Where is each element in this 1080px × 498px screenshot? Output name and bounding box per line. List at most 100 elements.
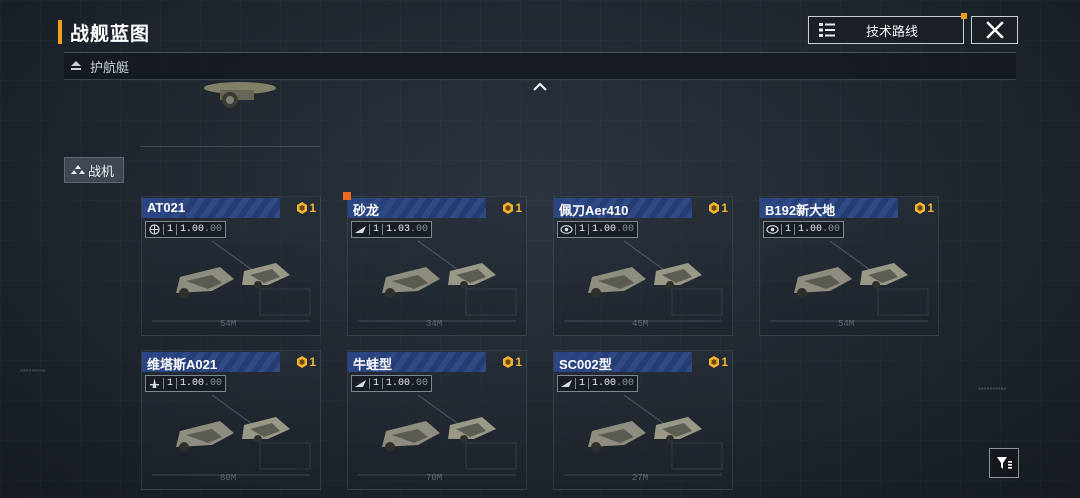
title-accent-bar — [58, 20, 62, 44]
ship-level: 1 — [576, 378, 590, 389]
ship-length-label: 70M — [426, 473, 443, 483]
ship-card[interactable]: AT021 1 1 1.00.00 54M — [141, 196, 321, 336]
ship-version-main: 1.03 — [386, 224, 411, 235]
ship-version-main: 1.00 — [180, 378, 205, 389]
globe-icon — [149, 224, 164, 235]
ship-length-label: 45M — [632, 319, 649, 329]
ship-card[interactable]: 维塔斯A021 1 1 1.00.00 80M — [141, 350, 321, 490]
chip-icon — [709, 356, 720, 368]
ship-card[interactable]: B192新大地 1 1 1.00.00 54M — [759, 196, 939, 336]
ship-version-main: 1.00 — [180, 224, 205, 235]
ship-length-label: 34M — [426, 319, 443, 329]
ship-version-suffix: .00 — [822, 224, 841, 235]
ship-count: 1 — [515, 201, 522, 215]
ship-version: 1.00.00 — [795, 224, 843, 235]
ship-name-bar: B192新大地 — [760, 198, 898, 218]
chip-icon — [297, 202, 308, 214]
ship-name-bar: 维塔斯A021 — [142, 352, 280, 372]
wing-icon — [355, 224, 370, 235]
close-icon — [985, 21, 1004, 39]
ship-card[interactable]: 佩刀Aer410 1 1 1.00.00 45M — [553, 196, 733, 336]
wing-icon — [561, 378, 576, 389]
ship-count-badge: 1 — [502, 355, 522, 369]
ship-class-icon — [71, 61, 81, 70]
ship-count-badge: 1 — [296, 201, 316, 215]
ship-count: 1 — [309, 201, 316, 215]
decorative-text: ▪▪▪▪▪▪▪▪▪ — [20, 366, 46, 375]
ship-name: 砂龙 — [353, 203, 380, 218]
eye-icon — [560, 224, 576, 235]
ship-version-suffix: .00 — [616, 378, 635, 389]
ship-name-bar: 佩刀Aer410 — [554, 198, 692, 218]
ship-count: 1 — [309, 355, 316, 369]
notice-dot — [961, 13, 967, 19]
ship-level: 1 — [782, 224, 796, 235]
ship-name: 佩刀Aer410 — [559, 203, 629, 218]
tech-route-label: 技术路线 — [865, 24, 918, 40]
ship-card[interactable]: 砂龙 1 1 1.03.00 34M — [343, 192, 527, 336]
chip-icon — [503, 202, 514, 214]
tech-route-button[interactable]: 技术路线 — [808, 13, 967, 44]
ship-name-bar: SC002型 — [554, 352, 692, 372]
ship-version-main: 1.00 — [798, 224, 823, 235]
ship-name: AT021 — [147, 200, 186, 215]
ship-name: 维塔斯A021 — [147, 357, 218, 372]
ship-model-image — [204, 82, 276, 108]
ship-version-main: 1.00 — [592, 378, 617, 389]
subcategory-tag-fighter[interactable]: 战机 — [64, 157, 124, 183]
ship-count: 1 — [927, 201, 934, 215]
ship-version: 1.00.00 — [383, 378, 431, 389]
wing-icon — [355, 378, 370, 389]
ship-name: B192新大地 — [765, 203, 836, 218]
ship-name-bar: 牛蛙型 — [348, 352, 486, 372]
close-button[interactable] — [971, 16, 1018, 44]
ship-version: 1.00.00 — [589, 224, 637, 235]
ship-level: 1 — [164, 224, 178, 235]
ship-version-suffix: .00 — [204, 378, 223, 389]
ship-level: 1 — [576, 224, 590, 235]
ship-length-label: 54M — [220, 319, 237, 329]
ship-version-main: 1.00 — [386, 378, 411, 389]
ship-length-label: 27M — [632, 473, 649, 483]
chip-icon — [915, 202, 926, 214]
page-header: 战舰蓝图 — [58, 18, 150, 46]
ship-version-main: 1.00 — [592, 224, 617, 235]
decorative-text: ▪▪▪▪▪▪▪▪▪▪ — [978, 384, 1007, 393]
ship-version-suffix: .00 — [410, 378, 429, 389]
ship-version: 1.03.00 — [383, 224, 431, 235]
ship-name-bar: 砂龙 — [348, 198, 486, 218]
ship-info-row: 1 1.00.00 — [763, 221, 845, 238]
chevron-up-icon[interactable] — [532, 82, 548, 92]
ship-card[interactable]: 牛蛙型 1 1 1.00.00 70M — [347, 350, 527, 490]
page-title: 战舰蓝图 — [70, 22, 151, 45]
ship-level: 1 — [370, 378, 384, 389]
filter-icon — [997, 457, 1012, 469]
ship-info-row: 1 1.00.00 — [557, 375, 639, 392]
ship-card[interactable]: SC002型 1 1 1.00.00 27M — [553, 350, 733, 490]
ship-version-suffix: .00 — [204, 224, 223, 235]
ship-count: 1 — [515, 355, 522, 369]
ship-count-badge: 1 — [708, 355, 728, 369]
ship-info-row: 1 1.00.00 — [351, 375, 433, 392]
ship-count-badge: 1 — [914, 201, 934, 215]
ship-version-suffix: .00 — [616, 224, 635, 235]
ship-info-row: 1 1.00.00 — [557, 221, 639, 238]
ship-count-badge: 1 — [502, 201, 522, 215]
ship-info-row: 1 1.00.00 — [145, 221, 227, 238]
ship-version-suffix: .00 — [410, 224, 429, 235]
eye-icon — [766, 224, 782, 235]
ship-level: 1 — [370, 224, 384, 235]
ship-count-badge: 1 — [296, 355, 316, 369]
category-label: 护航艇 — [90, 60, 130, 76]
filter-button[interactable] — [989, 448, 1019, 478]
category-bar-escort[interactable]: 护航艇 — [64, 52, 1016, 80]
fighter-class-icon — [71, 165, 85, 174]
new-notice-dot — [343, 192, 351, 200]
ship-count: 1 — [721, 355, 728, 369]
ship-name: 牛蛙型 — [353, 357, 393, 372]
ship-info-row: 1 1.03.00 — [351, 221, 433, 238]
ship-version: 1.00.00 — [177, 378, 225, 389]
subcategory-label: 战机 — [88, 164, 115, 180]
list-icon — [819, 23, 835, 37]
tower-icon — [150, 378, 164, 389]
